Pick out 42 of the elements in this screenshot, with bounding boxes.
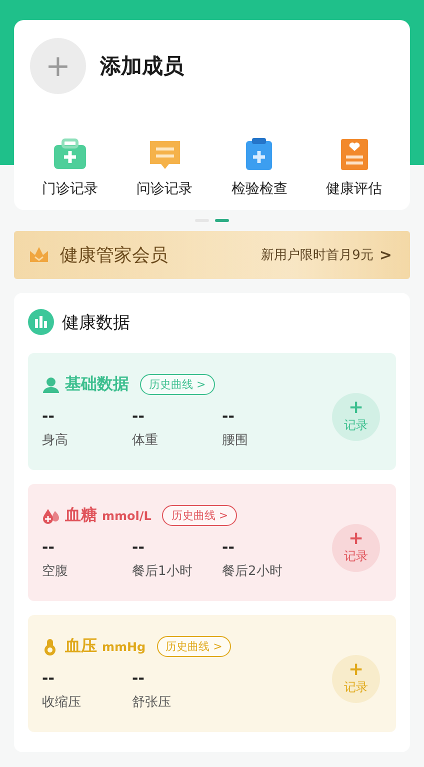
page-indicator[interactable]	[215, 219, 229, 222]
metric-value: --	[222, 538, 236, 556]
medical-kit-icon	[52, 136, 88, 172]
metric-value: --	[132, 669, 146, 687]
metric-value: --	[222, 407, 236, 425]
shortcut-button[interactable]: 健康评估	[314, 136, 394, 198]
record-button[interactable]: + 记录	[332, 524, 380, 572]
metric-label: 体重	[132, 432, 159, 449]
metric-label: 空腹	[42, 563, 69, 580]
panel-title: 基础数据	[65, 374, 129, 395]
history-button[interactable]: 历史曲线 >	[156, 636, 232, 657]
metric-value: --	[42, 407, 56, 425]
metric-label: 舒张压	[132, 694, 172, 711]
panel-title: 血糖	[65, 505, 97, 526]
member-title: 添加成员	[100, 53, 184, 80]
banner-title: 健康管家会员	[60, 244, 168, 267]
metric-label: 腰围	[222, 432, 249, 449]
metric-value: --	[132, 538, 146, 556]
unit-label: mmol/L	[102, 508, 152, 522]
history-button[interactable]: 历史曲线 >	[162, 505, 238, 526]
bar-chart-icon	[28, 309, 54, 335]
record-button[interactable]: + 记录	[332, 392, 380, 440]
section-title: 健康数据	[62, 312, 130, 334]
history-button[interactable]: 历史曲线 >	[140, 374, 215, 395]
metric-value: --	[42, 669, 56, 687]
crown-icon	[28, 245, 50, 265]
record-button[interactable]: + 记录	[332, 654, 380, 702]
metric-label: 餐后1小时	[132, 563, 194, 580]
metric-label: 收缩压	[42, 694, 82, 711]
metric-value: --	[42, 538, 56, 556]
chevron-icon: >	[379, 246, 392, 264]
shortcut-button[interactable]: 问诊记录	[124, 136, 205, 198]
add-member-button[interactable]: +	[30, 38, 86, 94]
panel-title: 血压	[65, 636, 97, 657]
unit-label: mmHg	[102, 640, 146, 654]
metric-label: 餐后2小时	[222, 563, 284, 580]
metric-label: 身高	[42, 432, 69, 449]
membership-banner[interactable]: 健康管家会员 新用户限时首月9元 >	[14, 231, 410, 279]
metric-value: --	[132, 407, 146, 425]
shortcut-button[interactable]: 门诊记录	[30, 136, 110, 198]
shortcut-button[interactable]: 检验检查	[219, 136, 300, 198]
offer-text: 新用户限时首月9元	[261, 247, 374, 264]
